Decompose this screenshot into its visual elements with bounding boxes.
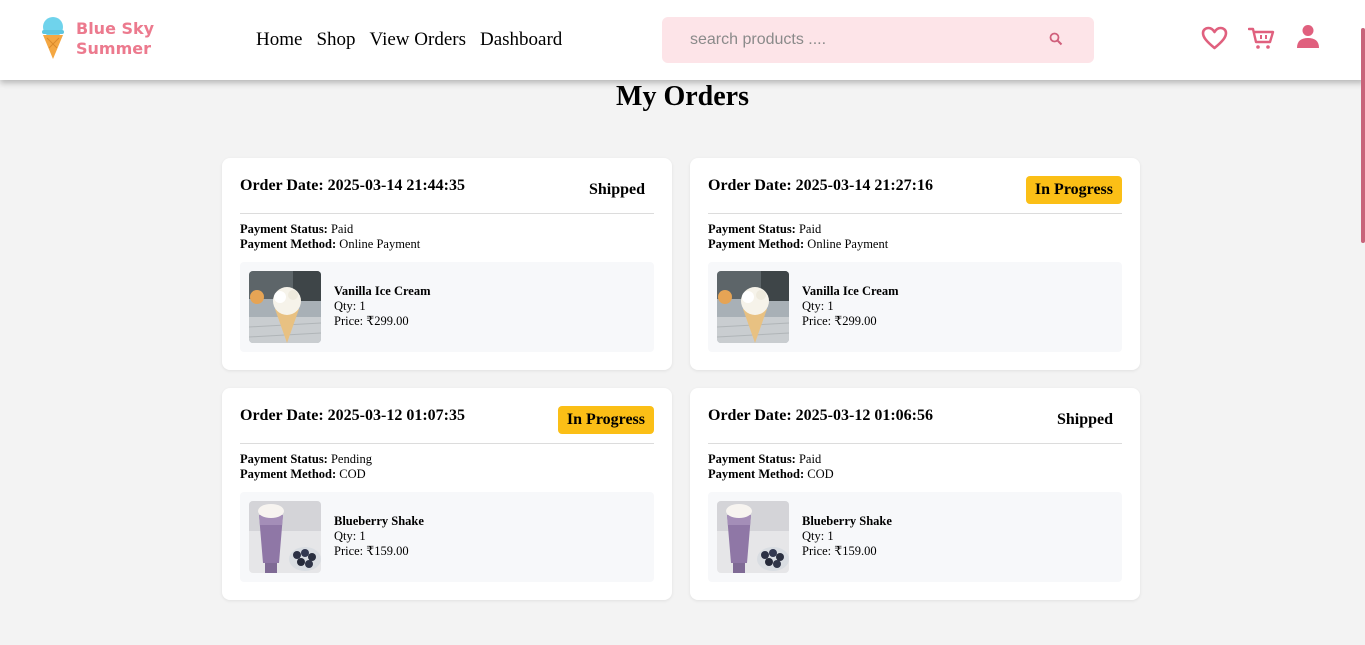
order-card: Order Date: 2025-03-12 01:07:35 In Progr… xyxy=(222,388,672,600)
payment-status-label: Payment Status: xyxy=(240,222,328,236)
order-card: Order Date: 2025-03-12 01:06:56 Shipped … xyxy=(690,388,1140,600)
payment-method-label: Payment Method: xyxy=(708,237,805,251)
item-details: Vanilla Ice Cream Qty: 1 Price: ₹299.00 xyxy=(334,284,431,329)
item-price: Price: ₹299.00 xyxy=(802,314,877,328)
item-name: Vanilla Ice Cream xyxy=(334,284,431,298)
status-badge: Shipped xyxy=(1056,411,1113,428)
user-icon[interactable] xyxy=(1296,24,1320,49)
payment-method-label: Payment Method: xyxy=(240,467,337,481)
card-divider xyxy=(708,443,1122,444)
payment-status-label: Payment Status: xyxy=(708,222,796,236)
nav-dashboard[interactable]: Dashboard xyxy=(480,29,562,51)
item-name: Vanilla Ice Cream xyxy=(802,284,899,298)
brand-line-1: Blue Sky xyxy=(76,19,155,38)
order-item: Vanilla Ice Cream Qty: 1 Price: ₹299.00 xyxy=(708,262,1122,352)
main-nav: Home Shop View Orders Dashboard xyxy=(256,29,576,51)
blueberry-shake-image xyxy=(717,501,789,573)
vanilla-ice-cream-image xyxy=(717,271,789,343)
payment-method-label: Payment Method: xyxy=(240,237,337,251)
item-qty: Qty: 1 xyxy=(802,529,834,543)
item-qty: Qty: 1 xyxy=(334,529,366,543)
item-qty: Qty: 1 xyxy=(334,299,366,313)
item-name: Blueberry Shake xyxy=(334,514,424,528)
nav-view-orders[interactable]: View Orders xyxy=(370,29,466,51)
status-badge: In Progress xyxy=(557,406,654,434)
payment-method-value: Online Payment xyxy=(807,237,889,251)
brand-line-2: Summer xyxy=(76,39,151,58)
payment-method-label: Payment Method: xyxy=(708,467,805,481)
item-details: Vanilla Ice Cream Qty: 1 Price: ₹299.00 xyxy=(802,284,899,329)
brand-logo[interactable]: Blue Sky Summer xyxy=(40,16,160,62)
blueberry-shake-image xyxy=(249,501,321,573)
brand-name: Blue Sky Summer xyxy=(76,19,154,59)
item-price: Price: ₹159.00 xyxy=(334,544,409,558)
payment-status-value: Paid xyxy=(330,222,354,236)
page-scrollbar[interactable] xyxy=(1361,28,1365,243)
heart-icon[interactable] xyxy=(1201,26,1228,50)
nav-shop[interactable]: Shop xyxy=(316,29,355,51)
order-date: Order Date: 2025-03-14 21:44:35 xyxy=(240,177,465,194)
order-card: Order Date: 2025-03-14 21:44:35 Shipped … xyxy=(222,158,672,370)
top-header: Blue Sky Summer Home Shop View Orders Da… xyxy=(0,0,1365,243)
order-card: Order Date: 2025-03-14 21:27:16 In Progr… xyxy=(690,158,1140,370)
payment-info: Payment Status: Paid Payment Method: Onl… xyxy=(708,222,888,252)
card-divider xyxy=(240,213,654,214)
order-date: Order Date: 2025-03-12 01:07:35 xyxy=(240,407,465,424)
order-date: Order Date: 2025-03-14 21:27:16 xyxy=(708,177,933,194)
payment-status-label: Payment Status: xyxy=(240,452,328,466)
search-icon[interactable] xyxy=(1048,31,1064,47)
payment-status-value: Pending xyxy=(330,452,372,466)
cart-icon[interactable] xyxy=(1248,26,1275,50)
nav-home[interactable]: Home xyxy=(256,29,302,51)
payment-status-value: Paid xyxy=(798,222,822,236)
payment-status-label: Payment Status: xyxy=(708,452,796,466)
card-divider xyxy=(240,443,654,444)
vanilla-ice-cream-image xyxy=(249,271,321,343)
payment-info: Payment Status: Pending Payment Method: … xyxy=(240,452,372,482)
status-badge: In Progress xyxy=(1025,176,1122,204)
order-item: Blueberry Shake Qty: 1 Price: ₹159.00 xyxy=(708,492,1122,582)
item-details: Blueberry Shake Qty: 1 Price: ₹159.00 xyxy=(334,514,424,559)
item-qty: Qty: 1 xyxy=(802,299,834,313)
order-item: Blueberry Shake Qty: 1 Price: ₹159.00 xyxy=(240,492,654,582)
status-badge: Shipped xyxy=(588,181,645,198)
payment-method-value: COD xyxy=(339,467,366,481)
order-item: Vanilla Ice Cream Qty: 1 Price: ₹299.00 xyxy=(240,262,654,352)
search-input[interactable] xyxy=(690,29,1030,51)
payment-method-value: Online Payment xyxy=(339,237,421,251)
item-price: Price: ₹299.00 xyxy=(334,314,409,328)
ice-cream-logo-icon xyxy=(42,17,64,59)
payment-method-value: COD xyxy=(807,467,834,481)
page-title: My Orders xyxy=(616,81,749,112)
item-price: Price: ₹159.00 xyxy=(802,544,877,558)
order-date: Order Date: 2025-03-12 01:06:56 xyxy=(708,407,933,424)
search-bar xyxy=(662,17,1094,63)
payment-status-value: Paid xyxy=(798,452,822,466)
item-name: Blueberry Shake xyxy=(802,514,892,528)
payment-info: Payment Status: Paid Payment Method: Onl… xyxy=(240,222,420,252)
payment-info: Payment Status: Paid Payment Method: COD xyxy=(708,452,834,482)
item-details: Blueberry Shake Qty: 1 Price: ₹159.00 xyxy=(802,514,892,559)
card-divider xyxy=(708,213,1122,214)
